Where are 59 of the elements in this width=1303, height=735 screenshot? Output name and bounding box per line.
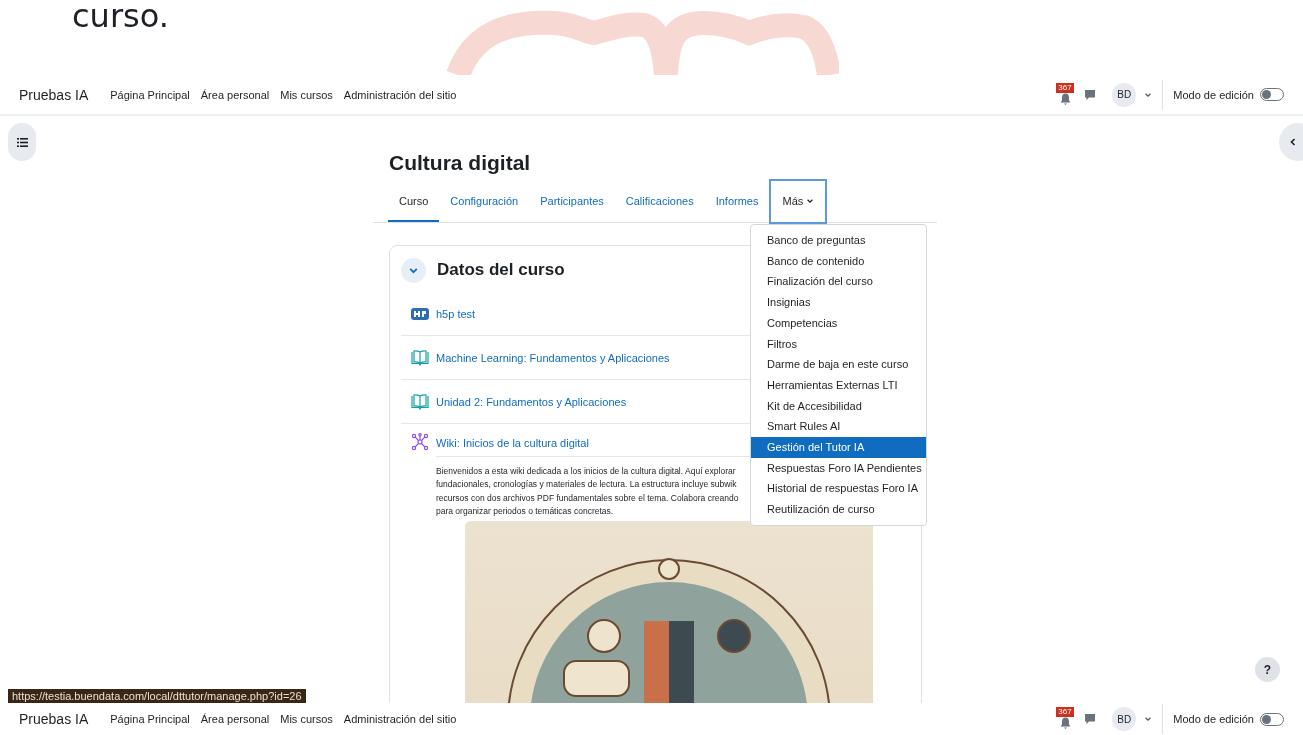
notifications-button[interactable]: 367 — [1056, 82, 1075, 107]
edit-mode-label: Modo de edición — [1173, 713, 1254, 725]
notification-count: 367 — [1056, 707, 1074, 717]
notifications-button[interactable]: 367 — [1056, 707, 1075, 731]
bell-icon — [1059, 92, 1071, 105]
site-name[interactable]: Pruebas IA — [19, 711, 89, 727]
status-url: https://testia.buendata.com/local/dttutor/manage.php?id=26 — [8, 689, 306, 703]
course-index-button[interactable] — [8, 123, 36, 161]
menu-item[interactable]: Filtros — [751, 333, 926, 355]
notification-count: 367 — [1056, 82, 1074, 93]
menu-item[interactable]: Smart Rules AI — [751, 416, 926, 438]
chevron-left-icon — [1288, 137, 1298, 147]
heading-fragment: curso. — [72, 0, 169, 32]
nav-link[interactable]: Área personal — [200, 88, 270, 101]
activity-description: Bienvenidos a esta wiki dedicada a los inicios de la cultura digital. Aquí explorar fundacionales, cronologías y materiales de lectura. La estructura incluye subwik recursos con dos archivos PDF fundamentales sobre el tema. Colabora creando para organizar periodos o temáticas concretas. — [436, 465, 740, 519]
course-tab[interactable]: Participantes — [529, 181, 615, 222]
activity-link[interactable]: Wiki: Inicios de la cultura digital — [436, 437, 589, 449]
menu-item[interactable]: Darme de baja en este curso — [751, 354, 926, 375]
list-icon — [16, 137, 28, 147]
menu-item[interactable]: Competencias — [751, 312, 926, 334]
nav-link[interactable]: Mis cursos — [280, 713, 333, 725]
menu-item[interactable]: Banco de contenido — [751, 250, 926, 272]
course-title: Cultura digital — [389, 151, 532, 175]
menu-item[interactable]: Historial de respuestas Foro IA — [751, 478, 926, 500]
user-avatar[interactable]: BD — [1112, 82, 1137, 107]
caret-icon — [1144, 715, 1153, 723]
menu-item[interactable]: Finalización del curso — [751, 271, 926, 293]
course-tab[interactable]: Informes — [704, 181, 770, 222]
bell-icon — [1059, 717, 1071, 729]
course-tab[interactable]: Calificaciones — [614, 181, 705, 222]
menu-item[interactable]: Kit de Accesibilidad — [751, 395, 926, 417]
course-tab[interactable]: Curso — [388, 181, 440, 222]
chat-icon[interactable] — [1084, 88, 1097, 101]
nav-link[interactable]: Página Principal — [110, 713, 190, 725]
section-title: Datos del curso — [437, 260, 565, 280]
menu-item[interactable]: Respuestas Foro IA Pendientes — [751, 457, 926, 479]
menu-item[interactable]: Banco de preguntas — [751, 230, 926, 251]
chat-icon[interactable] — [1084, 713, 1097, 725]
menu-item[interactable]: Insignias — [751, 292, 926, 313]
nav-link[interactable]: Página Principal — [110, 88, 190, 101]
h5p-icon — [411, 307, 429, 320]
book-icon — [411, 349, 429, 366]
book-icon — [411, 393, 429, 410]
nav-link[interactable]: Mis cursos — [280, 88, 333, 101]
course-tab[interactable]: Más — [771, 181, 826, 222]
edit-mode-toggle[interactable] — [1260, 712, 1284, 726]
course-tab[interactable]: Configuración — [439, 181, 530, 222]
nav-link[interactable]: Administración del sitio — [343, 88, 457, 101]
edit-mode-toggle[interactable] — [1260, 88, 1284, 101]
user-avatar[interactable]: BD — [1112, 707, 1137, 731]
nav-link[interactable]: Administración del sitio — [343, 713, 457, 725]
menu-item[interactable]: Herramientas Externas LTI — [751, 374, 926, 396]
site-name[interactable]: Pruebas IA — [19, 86, 89, 103]
menu-item[interactable]: Gestión del Tutor IA — [751, 437, 926, 458]
nav-link[interactable]: Área personal — [200, 713, 270, 725]
network-icon — [411, 433, 429, 451]
help-button[interactable]: ? — [1255, 657, 1280, 682]
edit-mode-label: Modo de edición — [1173, 88, 1254, 101]
menu-item[interactable]: Reutilización de curso — [751, 499, 926, 520]
